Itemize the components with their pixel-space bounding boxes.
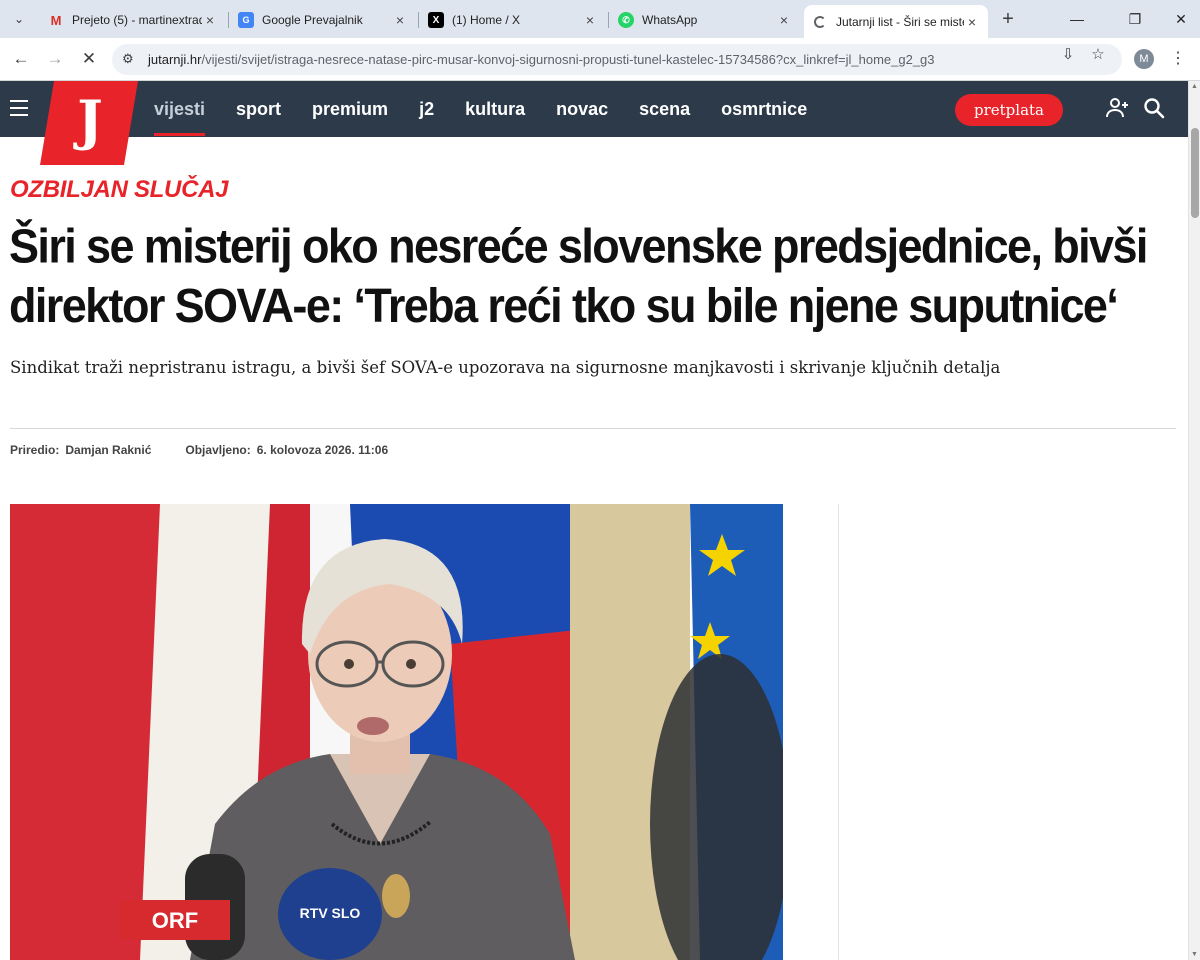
- mic-label-rtv: RTV SLO: [300, 905, 361, 921]
- browser-menu-icon[interactable]: ⋮: [1170, 48, 1186, 68]
- browser-toolbar: ← → ✕ ⚙ jutarnji.hr/vijesti/svijet/istra…: [0, 38, 1200, 81]
- nav-scena[interactable]: scena: [639, 81, 690, 137]
- hamburger-menu-icon[interactable]: [10, 100, 28, 116]
- tab-label: Jutarnji list - Širi se miste: [836, 14, 964, 29]
- close-icon[interactable]: ×: [582, 12, 598, 28]
- window-close-icon[interactable]: ✕: [1166, 8, 1196, 30]
- article-headline: Širi se misterij oko nesreće slovenske p…: [9, 218, 1148, 333]
- nav-premium[interactable]: premium: [312, 81, 388, 137]
- nav-osmrtnice[interactable]: osmrtnice: [721, 81, 807, 137]
- tab-jutarnji-active[interactable]: Jutarnji list - Širi se miste ×: [804, 5, 988, 38]
- article-lead: Sindikat traži nepristranu istragu, a bi…: [10, 358, 1001, 377]
- url-domain: jutarnji.hr: [148, 52, 202, 67]
- mic-label-orf: ORF: [152, 908, 198, 933]
- close-icon[interactable]: ×: [202, 12, 218, 28]
- article-photo[interactable]: ORF RTV SLO: [10, 504, 783, 960]
- nav-vijesti[interactable]: vijesti: [154, 81, 206, 137]
- article-meta: Priredio: Damjan Raknić Objavljeno: 6. k…: [10, 443, 422, 457]
- tab-label: WhatsApp: [642, 13, 698, 27]
- page-scrollbar[interactable]: ▲ ▼: [1188, 81, 1200, 960]
- sidebar-divider: [838, 504, 839, 960]
- scroll-down-icon[interactable]: ▼: [1191, 951, 1198, 958]
- close-icon[interactable]: ×: [964, 14, 980, 30]
- jutarnji-logo[interactable]: J: [40, 81, 138, 165]
- url-path: /vijesti/svijet/istraga-nesrece-natase-p…: [201, 52, 935, 67]
- close-icon[interactable]: ×: [776, 12, 792, 28]
- tab-label: (1) Home / X: [452, 13, 521, 27]
- divider: [10, 428, 1176, 429]
- google-translate-icon: G: [238, 12, 254, 28]
- tab-search-chevron-icon[interactable]: ⌄: [6, 6, 32, 32]
- whatsapp-icon: ✆: [618, 12, 634, 28]
- tab-separator: [608, 12, 609, 28]
- published-date: 6. kolovoza 2026. 11:06: [256, 443, 389, 457]
- tab-whatsapp[interactable]: ✆ WhatsApp ×: [610, 6, 800, 34]
- gmail-icon: M: [50, 12, 62, 28]
- article-kicker: OZBILJAN SLUČAJ: [10, 176, 229, 203]
- scrollbar-thumb[interactable]: [1191, 128, 1199, 218]
- stop-loading-icon[interactable]: ✕: [78, 48, 100, 70]
- nav-kultura[interactable]: kultura: [465, 81, 525, 137]
- loading-icon: [814, 15, 826, 28]
- profile-avatar[interactable]: M: [1134, 49, 1154, 69]
- search-icon[interactable]: [1143, 97, 1165, 124]
- address-bar[interactable]: ⚙ jutarnji.hr/vijesti/svijet/istraga-nes…: [112, 44, 1122, 75]
- author-name[interactable]: Damjan Raknić: [65, 443, 151, 457]
- tab-google-translate[interactable]: G Google Prevajalnik ×: [230, 6, 416, 34]
- back-arrow-icon[interactable]: ←: [10, 48, 32, 70]
- install-app-icon[interactable]: ⇩: [1058, 45, 1078, 63]
- forward-arrow-icon[interactable]: →: [44, 48, 66, 70]
- nav-sport[interactable]: sport: [236, 81, 281, 137]
- browser-tab-strip: ⌄ M Prejeto (5) - martinextrad × G Googl…: [0, 0, 1200, 38]
- tab-separator: [418, 12, 419, 28]
- logo-letter: J: [73, 88, 103, 152]
- nav-j2[interactable]: j2: [419, 81, 434, 137]
- bookmark-star-icon[interactable]: ☆: [1088, 45, 1108, 63]
- author-label: Priredio:: [10, 443, 60, 457]
- nav-novac[interactable]: novac: [556, 81, 608, 137]
- site-info-icon[interactable]: ⚙: [122, 51, 134, 67]
- restore-icon[interactable]: ❐: [1120, 8, 1150, 30]
- tab-x[interactable]: X (1) Home / X ×: [420, 6, 606, 34]
- x-icon: X: [428, 12, 444, 28]
- tab-gmail[interactable]: M Prejeto (5) - martinextrad ×: [40, 6, 226, 34]
- new-tab-button[interactable]: +: [996, 8, 1020, 32]
- tab-label: Google Prevajalnik: [262, 13, 363, 27]
- add-user-icon[interactable]: [1106, 97, 1130, 124]
- scroll-up-icon[interactable]: ▲: [1191, 83, 1198, 90]
- nav-links: vijesti sport premium j2 kultura novac s…: [154, 81, 838, 137]
- tab-separator: [228, 12, 229, 28]
- site-navigation: vijesti sport premium j2 kultura novac s…: [0, 81, 1188, 137]
- tab-label: Prejeto (5) - martinextrad: [72, 13, 202, 27]
- close-icon[interactable]: ×: [392, 12, 408, 28]
- minimize-icon[interactable]: —: [1062, 8, 1092, 30]
- published-label: Objavljeno:: [185, 443, 251, 457]
- subscribe-button[interactable]: pretplata: [955, 94, 1063, 126]
